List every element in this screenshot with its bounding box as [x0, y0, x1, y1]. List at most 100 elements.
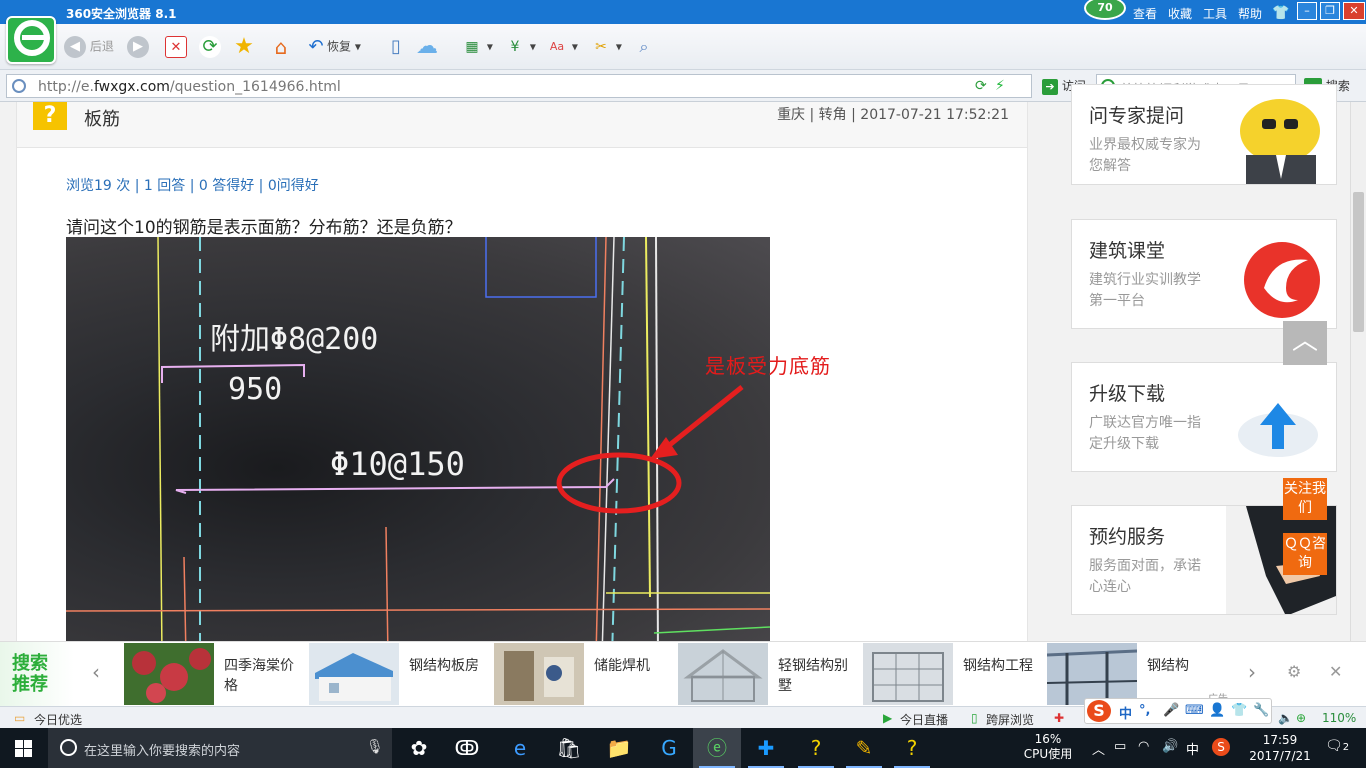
- home-button[interactable]: ⌂: [270, 36, 292, 58]
- recommend-item[interactable]: 四季海棠价格: [124, 642, 308, 706]
- recommend-item-text: 四季海棠价格: [224, 658, 294, 694]
- recommend-item-text: 钢结构工程: [963, 658, 1033, 674]
- help-doc-icon-2[interactable]: ?: [888, 728, 936, 768]
- refresh-small-icon[interactable]: ⟳: [975, 78, 987, 94]
- prev-arrow-icon[interactable]: ‹: [92, 660, 100, 684]
- sidebar-card-course[interactable]: 建筑课堂 建筑行业实训教学第一平台: [1071, 219, 1337, 329]
- screenshot-button[interactable]: ✂ ▾: [590, 36, 622, 58]
- live-icon[interactable]: ▶: [883, 711, 892, 725]
- address-bar[interactable]: http://e.fwxgx.com/question_1614966.html…: [6, 74, 1032, 98]
- edge-icon[interactable]: e: [496, 728, 544, 768]
- gear-icon[interactable]: ⚙: [1287, 662, 1301, 681]
- menu-tools[interactable]: 工具: [1203, 5, 1227, 22]
- restore-button[interactable]: ❐: [1320, 2, 1340, 20]
- cross-screen-icon[interactable]: ▯: [971, 711, 978, 725]
- next-arrow-icon[interactable]: ›: [1248, 660, 1256, 684]
- help-doc-icon-1[interactable]: ?: [792, 728, 840, 768]
- keyboard-icon[interactable]: ⌨: [1185, 703, 1204, 718]
- start-button[interactable]: [0, 728, 48, 768]
- toolbar: ◀ 后退 ▶ ✕ ⟳ ★ ⌂ ↶ 恢复 ▾ ▯ ☁ ▦ ▾ ¥ ▾ Aa ▾ ✂ …: [0, 24, 1366, 70]
- app-plus-icon[interactable]: ✚: [742, 728, 790, 768]
- recommend-item[interactable]: 轻钢结构别墅: [678, 642, 862, 706]
- tray-expand-icon[interactable]: ︿: [1092, 739, 1105, 758]
- notes-icon[interactable]: ✎: [840, 728, 888, 768]
- input-language[interactable]: 中: [1186, 739, 1199, 758]
- sidebar-card-download[interactable]: 升级下载 广联达官方唯一指定升级下载: [1071, 362, 1337, 472]
- today-live-link[interactable]: 今日直播: [900, 711, 948, 728]
- close-icon[interactable]: ✕: [1329, 662, 1342, 681]
- 360-browser-taskbar-icon[interactable]: ⓔ: [693, 728, 741, 768]
- restore-tabs-button[interactable]: ↶ 恢复 ▾: [305, 36, 360, 58]
- follow-us-button[interactable]: 关注我们: [1283, 478, 1327, 520]
- vertical-scrollbar[interactable]: [1350, 102, 1366, 641]
- store-icon[interactable]: 🛍: [545, 728, 593, 768]
- wrench-icon[interactable]: 🔧: [1253, 703, 1269, 718]
- skin-icon[interactable]: 👕: [1272, 5, 1289, 21]
- lightning-icon[interactable]: ⚡: [995, 78, 1005, 94]
- favorite-button[interactable]: ★: [233, 36, 255, 58]
- mic-icon[interactable]: 🎤: [1163, 703, 1179, 718]
- minimize-button[interactable]: –: [1297, 2, 1317, 20]
- menu-favorites[interactable]: 收藏: [1168, 5, 1192, 22]
- question-photo[interactable]: 附加Φ8@200 950 Φ10@150: [66, 237, 770, 641]
- today-pick-link[interactable]: 今日优选: [34, 711, 82, 728]
- zoom-level[interactable]: 110%: [1322, 711, 1356, 725]
- task-view-icon[interactable]: ✿: [395, 728, 443, 768]
- today-pick-icon[interactable]: ▭: [14, 711, 25, 725]
- scrollbar-thumb[interactable]: [1353, 192, 1364, 332]
- refresh-button[interactable]: ⟳: [199, 36, 221, 58]
- file-explorer-icon[interactable]: 📁: [595, 728, 643, 768]
- browser-app-icon[interactable]: ↂ: [443, 728, 491, 768]
- cloud-button[interactable]: ☁: [416, 36, 438, 58]
- sogou-tray-icon[interactable]: S: [1212, 738, 1230, 756]
- url-text[interactable]: http://e.fwxgx.com/question_1614966.html: [38, 79, 341, 95]
- recommend-item[interactable]: 钢结构工程: [863, 642, 1047, 706]
- speaker-icon[interactable]: 🔈: [1278, 711, 1293, 725]
- microphone-icon[interactable]: 🎙: [366, 739, 384, 755]
- notification-icon[interactable]: 🗨2: [1325, 738, 1349, 754]
- recommend-item-text: 钢结构板房: [409, 658, 479, 674]
- battery-icon[interactable]: ▭: [1114, 739, 1126, 754]
- shirt-icon[interactable]: 👕: [1231, 703, 1247, 718]
- security-score-badge[interactable]: 70: [1084, 0, 1126, 20]
- menu-view[interactable]: 查看: [1133, 5, 1157, 22]
- sidebar-title: 预约服务: [1089, 526, 1166, 548]
- phone-icon: ▯: [391, 36, 401, 57]
- wallet-button[interactable]: ¥ ▾: [504, 36, 536, 58]
- close-button[interactable]: ✕: [1343, 2, 1365, 20]
- cross-screen-link[interactable]: 跨屏浏览: [986, 711, 1034, 728]
- menu-help[interactable]: 帮助: [1238, 5, 1262, 22]
- house-thumb: [309, 643, 399, 705]
- zoom-button[interactable]: ⌕: [633, 36, 655, 58]
- ime-mode[interactable]: 中: [1119, 703, 1132, 722]
- stop-button[interactable]: ✕: [165, 36, 187, 58]
- mobile-button[interactable]: ▯: [385, 36, 407, 58]
- wifi-icon[interactable]: ◠: [1138, 739, 1149, 754]
- home-icon: ⌂: [274, 35, 288, 59]
- cpu-meter[interactable]: 16% CPU使用: [1016, 732, 1080, 762]
- apps-button[interactable]: ▦ ▾: [461, 36, 492, 58]
- taskbar-search[interactable]: 在这里输入你要搜索的内容 🎙: [48, 728, 392, 768]
- forward-button[interactable]: ▶: [127, 36, 149, 58]
- recommend-item[interactable]: 储能焊机: [494, 642, 678, 706]
- back-button[interactable]: ◀ 后退: [64, 36, 114, 58]
- plus-icon[interactable]: ✚: [1054, 711, 1064, 725]
- shield-icon: ¥: [510, 39, 520, 55]
- flower-thumb: [124, 643, 214, 705]
- glodon-icon[interactable]: G: [645, 728, 693, 768]
- recommend-item[interactable]: 钢结构: [1047, 642, 1231, 706]
- arrow-right-icon: ➔: [1042, 78, 1058, 95]
- translate-button[interactable]: Aa ▾: [546, 36, 578, 58]
- qq-consult-button[interactable]: ＱＱ咨询: [1283, 533, 1327, 575]
- clock[interactable]: 17:59 2017/7/21: [1245, 732, 1315, 764]
- punctuation-icon[interactable]: °,: [1139, 703, 1150, 718]
- recommend-item[interactable]: 钢结构板房: [309, 642, 493, 706]
- taskbar-search-input[interactable]: 在这里输入你要搜索的内容: [84, 740, 240, 759]
- sidebar-card-expert[interactable]: 问专家提问 业界最权威专家为您解答: [1071, 84, 1337, 185]
- zoom-icon[interactable]: ⊕: [1296, 711, 1306, 725]
- user-icon[interactable]: 👤: [1209, 703, 1225, 718]
- back-to-top-button[interactable]: ︿: [1283, 321, 1327, 365]
- question-stats[interactable]: 浏览19 次 | 1 回答 | 0 答得好 | 0问得好: [66, 175, 319, 195]
- ime-toolbar[interactable]: S 中 °, 🎤 ⌨ 👤 👕 🔧: [1084, 698, 1272, 724]
- volume-icon[interactable]: 🔊: [1162, 739, 1178, 754]
